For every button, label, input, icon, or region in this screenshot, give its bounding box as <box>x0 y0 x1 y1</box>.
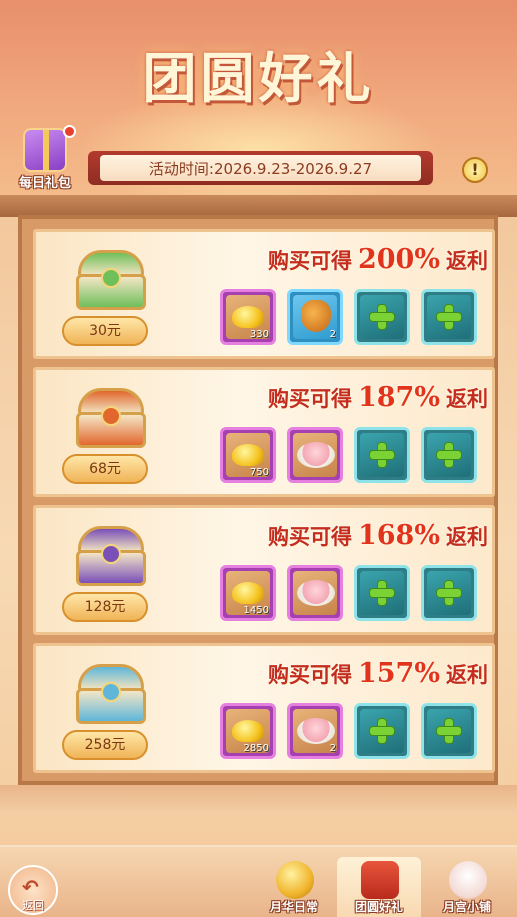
slogan-prefix: 购买可得 <box>267 248 352 273</box>
slogan-suffix: 返利 <box>446 248 488 273</box>
chest-gem <box>101 544 121 564</box>
plus-icon <box>370 719 394 743</box>
item-count: 2 <box>329 329 336 340</box>
tab-yuehua-daily[interactable]: 月华日常 <box>252 857 336 917</box>
add-item-slot[interactable] <box>421 427 477 483</box>
rebate-percent: 200% <box>357 244 440 275</box>
gold-ingot-icon <box>232 444 264 466</box>
item-count: 1450 <box>243 605 269 616</box>
reward-item[interactable] <box>287 565 343 621</box>
slogan-suffix: 返利 <box>446 524 488 549</box>
back-label: 返回 <box>22 899 44 912</box>
add-item-slot[interactable] <box>354 289 410 345</box>
reward-item[interactable]: 2 <box>287 289 343 345</box>
plus-icon <box>437 443 461 467</box>
tab-label: 月宫小铺 <box>442 900 491 914</box>
rebate-slogan: 购买可得 157% 返利 <box>208 658 488 689</box>
activity-time-bar: 活动时间:2026.9.23-2026.9.27 <box>88 151 433 185</box>
plus-icon <box>437 719 461 743</box>
slogan-prefix: 购买可得 <box>267 662 352 687</box>
reward-item[interactable] <box>287 427 343 483</box>
slogan-prefix: 购买可得 <box>267 524 352 549</box>
exclamation-icon[interactable]: ! <box>462 157 488 183</box>
activity-time-text: 活动时间:2026.9.23-2026.9.27 <box>100 155 421 181</box>
pack-card[interactable]: 68元 购买可得 187% 返利 750 <box>33 367 495 497</box>
pack-list-panel: 30元 购买可得 200% 返利 330 2 68元 购买可得 187% 返利 750 128元 购买可… <box>18 215 498 785</box>
reward-item[interactable]: 330 <box>220 289 276 345</box>
rebate-percent: 157% <box>357 658 440 689</box>
slogan-suffix: 返利 <box>446 386 488 411</box>
plus-icon <box>370 305 394 329</box>
chest-gem <box>101 406 121 426</box>
item-count: 2 <box>329 743 336 754</box>
reward-item[interactable]: 2850 <box>220 703 276 759</box>
daily-gift-button[interactable]: 每日礼包 <box>10 125 80 191</box>
daily-gift-label: 每日礼包 <box>18 176 71 191</box>
bottom-nav: ↶ 返回 月华日常 团圆好礼 月宫小铺 <box>0 845 517 917</box>
plus-icon <box>370 443 394 467</box>
item-count: 750 <box>249 467 269 478</box>
money-bag-icon <box>301 300 331 332</box>
tab-label: 月华日常 <box>269 900 318 914</box>
pack-card[interactable]: 30元 购买可得 200% 返利 330 2 <box>33 229 495 359</box>
rabbit-icon <box>449 861 487 899</box>
treasure-chest-icon <box>74 388 148 450</box>
add-item-slot[interactable] <box>421 289 477 345</box>
add-item-slot[interactable] <box>354 565 410 621</box>
tab-reunion-gift[interactable]: 团圆好礼 <box>337 857 421 917</box>
notification-dot <box>63 125 76 138</box>
back-arrow-icon: ↶ <box>22 875 39 899</box>
add-item-slot[interactable] <box>354 703 410 759</box>
slogan-prefix: 购买可得 <box>267 386 352 411</box>
treasure-chest-icon <box>74 526 148 588</box>
back-button[interactable]: ↶ 返回 <box>8 865 58 915</box>
plus-icon <box>437 305 461 329</box>
mooncake-coin-icon <box>276 861 314 899</box>
chest-gem <box>101 682 121 702</box>
slogan-suffix: 返利 <box>446 662 488 687</box>
tab-label: 团圆好礼 <box>354 900 403 914</box>
plus-icon <box>370 581 394 605</box>
pack-card[interactable]: 128元 购买可得 168% 返利 1450 <box>33 505 495 635</box>
mooncake-icon <box>297 442 335 468</box>
price-button[interactable]: 128元 <box>62 592 148 622</box>
gold-ingot-icon <box>232 720 264 742</box>
price-button[interactable]: 258元 <box>62 730 148 760</box>
mooncake-icon <box>297 580 335 606</box>
price-button[interactable]: 68元 <box>62 454 148 484</box>
item-count: 330 <box>249 329 269 340</box>
pack-card[interactable]: 258元 购买可得 157% 返利 2850 2 <box>33 643 495 773</box>
reward-item[interactable]: 750 <box>220 427 276 483</box>
add-item-slot[interactable] <box>421 565 477 621</box>
gift-box-icon <box>23 128 67 172</box>
gift-box-icon <box>361 861 399 899</box>
reward-item[interactable]: 1450 <box>220 565 276 621</box>
rebate-percent: 168% <box>357 520 440 551</box>
page-title: 团圆好礼 <box>142 46 375 110</box>
panel-frame-bottom <box>0 785 517 815</box>
tab-moon-palace-shop[interactable]: 月宫小铺 <box>425 857 509 917</box>
gold-ingot-icon <box>232 582 264 604</box>
treasure-chest-icon <box>74 664 148 726</box>
rebate-percent: 187% <box>357 382 440 413</box>
rebate-slogan: 购买可得 200% 返利 <box>208 244 488 275</box>
treasure-chest-icon <box>74 250 148 312</box>
add-item-slot[interactable] <box>421 703 477 759</box>
panel-frame-top <box>0 195 517 217</box>
item-count: 2850 <box>243 743 269 754</box>
add-item-slot[interactable] <box>354 427 410 483</box>
rebate-slogan: 购买可得 187% 返利 <box>208 382 488 413</box>
price-button[interactable]: 30元 <box>62 316 148 346</box>
gold-ingot-icon <box>232 306 264 328</box>
reward-item[interactable]: 2 <box>287 703 343 759</box>
chest-gem <box>101 268 121 288</box>
rebate-slogan: 购买可得 168% 返利 <box>208 520 488 551</box>
mooncake-icon <box>297 718 335 744</box>
plus-icon <box>437 581 461 605</box>
